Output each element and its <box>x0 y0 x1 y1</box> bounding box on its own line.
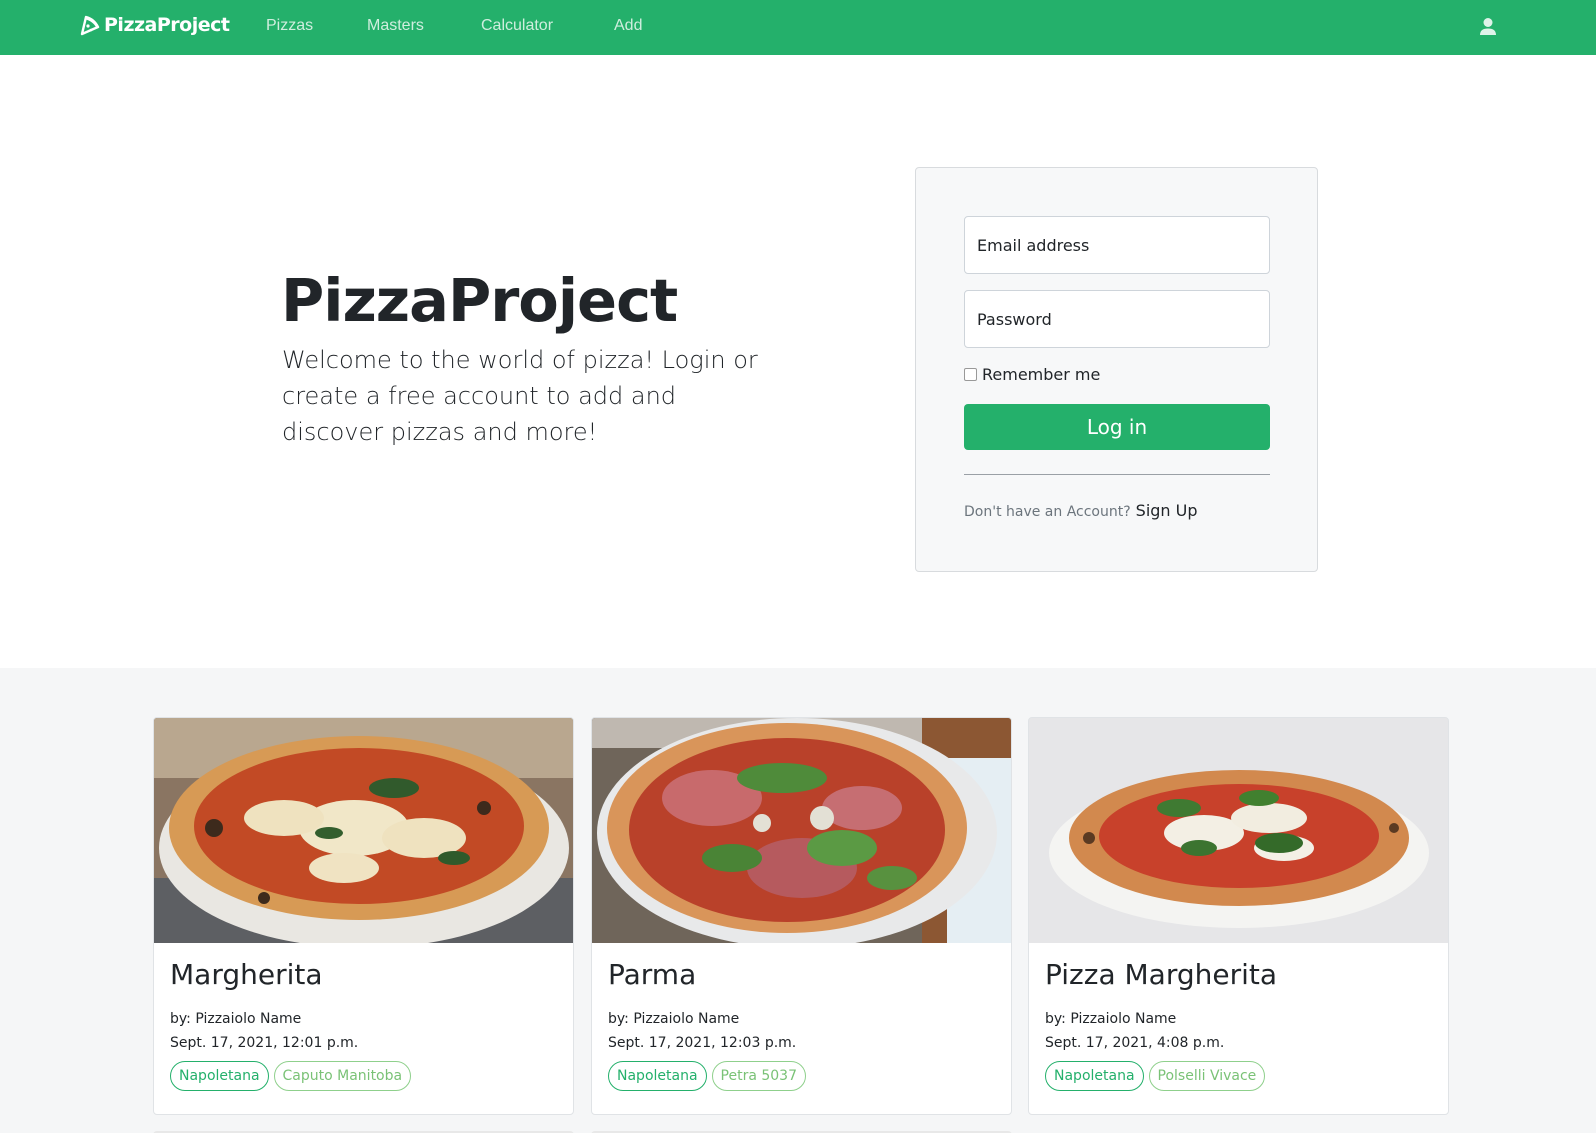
signup-question: Don't have an Account? <box>964 504 1131 520</box>
style-tag[interactable]: Napoletana <box>608 1061 707 1091</box>
pizza-cards-section: Margherita by: Pizzaiolo Name Sept. 17, … <box>0 668 1596 1133</box>
nav-link-masters[interactable]: Masters <box>367 17 424 35</box>
flour-tag[interactable]: Petra 5037 <box>711 1061 806 1091</box>
flour-tag[interactable]: Polselli Vivace <box>1148 1061 1266 1091</box>
remember-checkbox[interactable] <box>964 368 977 381</box>
remember-me[interactable]: Remember me <box>964 365 1100 384</box>
user-icon[interactable] <box>1478 16 1498 38</box>
card-author: by: Pizzaiolo Name <box>608 1011 740 1027</box>
login-button[interactable]: Log in <box>964 404 1270 450</box>
card-tags: Napoletana Polselli Vivace <box>1045 1061 1266 1091</box>
email-field[interactable] <box>964 216 1270 274</box>
login-card: Remember me Log in Don't have an Account… <box>915 167 1318 572</box>
navbar: PizzaProject Pizzas Masters Calculator A… <box>0 0 1596 55</box>
card-date: Sept. 17, 2021, 12:01 p.m. <box>170 1035 359 1051</box>
flour-tag[interactable]: Caputo Manitoba <box>273 1061 412 1091</box>
nav-link-calculator[interactable]: Calculator <box>481 17 553 35</box>
nav-link-pizzas[interactable]: Pizzas <box>266 17 313 35</box>
card-title[interactable]: Pizza Margherita <box>1045 958 1277 991</box>
card-author: by: Pizzaiolo Name <box>1045 1011 1177 1027</box>
card-date: Sept. 17, 2021, 12:03 p.m. <box>608 1035 797 1051</box>
divider <box>964 474 1270 475</box>
card-author: by: Pizzaiolo Name <box>170 1011 302 1027</box>
hero-title: PizzaProject <box>281 266 678 335</box>
remember-label: Remember me <box>982 365 1101 384</box>
pizza-card[interactable]: Margherita by: Pizzaiolo Name Sept. 17, … <box>153 717 574 1115</box>
nav-link-add[interactable]: Add <box>614 17 642 35</box>
pizza-card[interactable]: Pizza Margherita by: Pizzaiolo Name Sept… <box>1028 717 1449 1115</box>
signup-link[interactable]: Sign Up <box>1136 501 1198 520</box>
pizza-card[interactable]: Parma by: Pizzaiolo Name Sept. 17, 2021,… <box>591 717 1012 1115</box>
card-tags: Napoletana Petra 5037 <box>608 1061 806 1091</box>
card-tags: Napoletana Caputo Manitoba <box>170 1061 412 1091</box>
style-tag[interactable]: Napoletana <box>170 1061 269 1091</box>
card-title[interactable]: Margherita <box>170 958 323 991</box>
pizza-photo[interactable] <box>154 718 574 943</box>
card-title[interactable]: Parma <box>608 958 696 991</box>
pizza-photo[interactable] <box>1029 718 1449 943</box>
brand-link[interactable]: PizzaProject <box>80 14 230 36</box>
brand-name: PizzaProject <box>104 14 230 36</box>
style-tag[interactable]: Napoletana <box>1045 1061 1144 1091</box>
signup-row: Don't have an Account? Sign Up <box>964 501 1198 520</box>
card-date: Sept. 17, 2021, 4:08 p.m. <box>1045 1035 1225 1051</box>
hero-description: Welcome to the world of pizza! Login or … <box>282 346 758 446</box>
pizza-photo[interactable] <box>592 718 1012 943</box>
pizza-slice-icon <box>80 15 100 36</box>
password-field[interactable] <box>964 290 1270 348</box>
